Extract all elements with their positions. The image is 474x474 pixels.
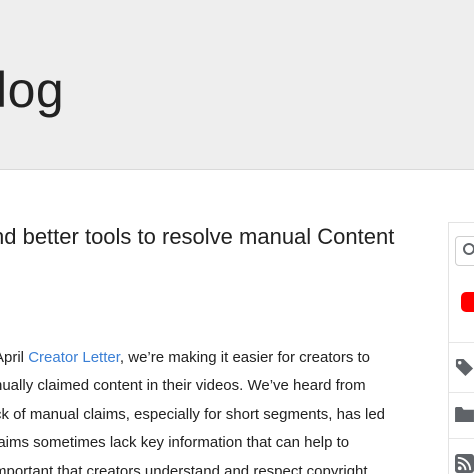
sidebar-divider bbox=[449, 392, 474, 393]
post-body-line: ck of manual claims, especially for shor… bbox=[0, 405, 386, 423]
post-body-line: nually claimed content in their videos. … bbox=[0, 377, 366, 395]
post-body-line: April Creator Letter, we’re making it ea… bbox=[0, 344, 434, 372]
search-icon bbox=[463, 243, 474, 255]
post-body-line: mportant that creators understand and re… bbox=[0, 462, 368, 474]
sidebar-divider bbox=[449, 342, 474, 343]
post-title[interactable]: nd better tools to resolve manual Conten… bbox=[0, 222, 432, 252]
post-text: April bbox=[0, 349, 25, 366]
blog-header: log bbox=[0, 0, 474, 170]
folder-icon[interactable] bbox=[455, 406, 474, 423]
rss-icon[interactable] bbox=[455, 454, 474, 473]
post-body: April Creator Letter, we’re making it ea… bbox=[0, 344, 434, 474]
tag-icon[interactable] bbox=[455, 358, 474, 377]
post-text: , we’re making it easier for creators to bbox=[119, 349, 370, 366]
blog-title[interactable]: log bbox=[0, 60, 64, 120]
creator-letter-link[interactable]: Creator Letter bbox=[28, 349, 120, 366]
post-body-line: laims sometimes lack key information tha… bbox=[0, 434, 350, 452]
youtube-logo-icon[interactable] bbox=[461, 292, 474, 312]
sidebar-divider bbox=[449, 438, 474, 439]
